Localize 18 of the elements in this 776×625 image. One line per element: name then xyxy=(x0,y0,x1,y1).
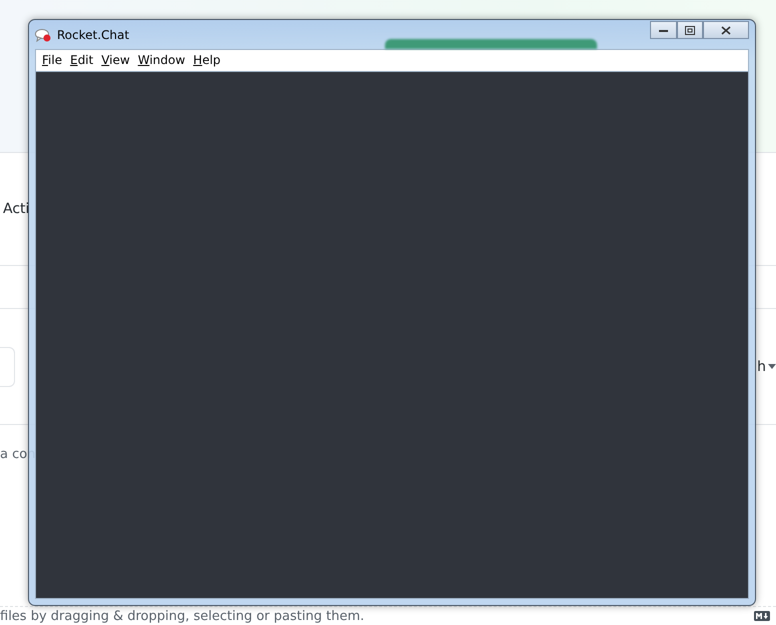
maximize-button[interactable] xyxy=(677,21,703,39)
dropdown[interactable]: h xyxy=(757,358,776,374)
markdown-icon xyxy=(754,611,770,621)
file-drop-hint: files by dragging & dropping, selecting or pasting them. xyxy=(0,608,364,624)
menu-item[interactable]: Help xyxy=(189,52,225,69)
minimize-icon xyxy=(659,28,668,32)
menu-item[interactable]: View xyxy=(97,52,134,69)
menu-item[interactable]: File xyxy=(38,52,66,69)
menu-item[interactable]: Edit xyxy=(66,52,98,69)
section-heading: Acti xyxy=(2,201,30,217)
chat-bubble-icon xyxy=(35,28,51,42)
restore-icon xyxy=(685,26,695,34)
close-button[interactable] xyxy=(703,21,749,39)
close-icon xyxy=(721,26,731,34)
menu-item[interactable]: Window xyxy=(134,52,190,69)
caret-icon xyxy=(768,364,776,369)
minimize-button[interactable] xyxy=(650,21,677,39)
window-title: Rocket.Chat xyxy=(57,28,130,42)
